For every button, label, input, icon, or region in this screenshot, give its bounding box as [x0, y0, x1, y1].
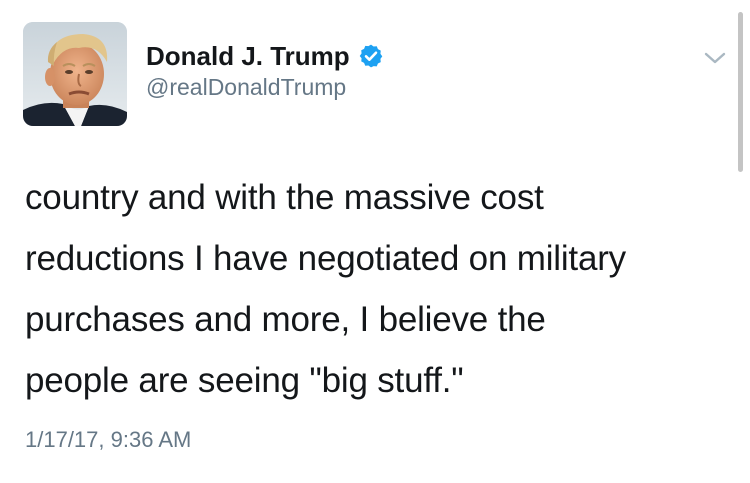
scrollbar[interactable] [738, 12, 743, 172]
verified-badge-icon [358, 43, 384, 69]
tweet-timestamp[interactable]: 1/17/17, 9:36 AM [25, 427, 191, 453]
author-handle[interactable]: @realDonaldTrump [146, 74, 346, 101]
tweet-card: Donald J. Trump @realDonaldTrump country… [0, 0, 750, 483]
chevron-down-icon[interactable] [702, 48, 728, 68]
author-display-name[interactable]: Donald J. Trump [146, 41, 350, 72]
avatar[interactable] [23, 22, 127, 126]
tweet-text: country and with the massive cost reduct… [25, 178, 626, 400]
avatar-image [23, 22, 127, 126]
author-name-row: Donald J. Trump [146, 36, 384, 76]
